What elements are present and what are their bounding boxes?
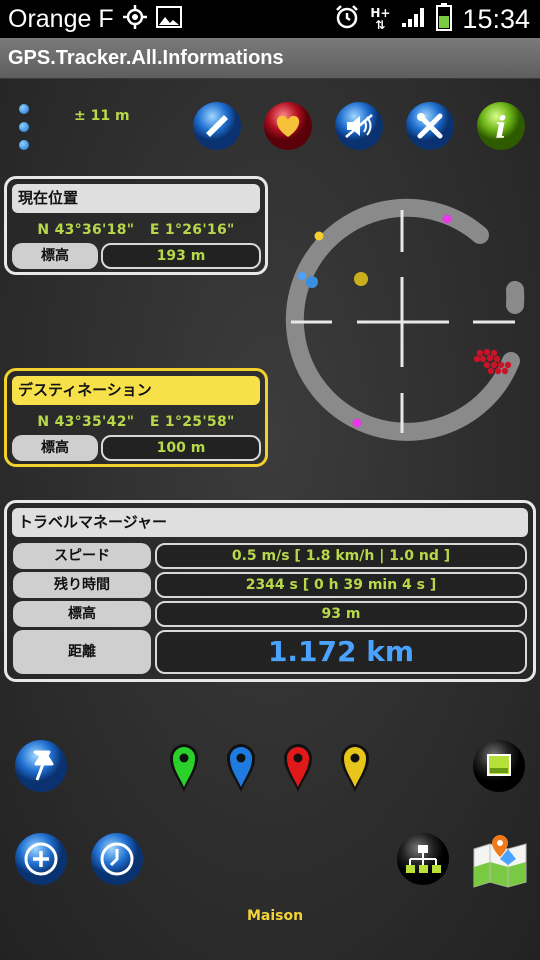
- satellite-icon: [193, 102, 241, 150]
- current-position-title: 現在位置: [12, 184, 260, 213]
- speed-label: スピード: [13, 543, 151, 569]
- red-marker-icon: [284, 744, 312, 792]
- current-latitude: N 43°36'18": [37, 222, 135, 238]
- sitemap-icon: [397, 833, 449, 885]
- app-title: GPS.Tracker.All.Informations: [8, 47, 284, 69]
- destination-altitude-label: 標高: [12, 435, 98, 461]
- pushpin-icon: [15, 740, 67, 792]
- tools-icon: [406, 102, 454, 150]
- altitude-label: 標高: [13, 601, 151, 627]
- time-remaining-row: 残り時間 2344 s [ 0 h 39 min 4 s ]: [13, 572, 527, 598]
- altitude-row: 標高 93 m: [13, 601, 527, 627]
- map-icon: [473, 835, 527, 888]
- satellite-dot: [352, 418, 362, 428]
- status-bar: Orange F H+ ⇅ 15:34: [0, 0, 540, 38]
- screen-icon: [473, 740, 525, 792]
- map-button[interactable]: [470, 831, 530, 891]
- add-icon: [15, 833, 67, 885]
- signal-icon: [400, 5, 426, 33]
- settings-button[interactable]: [405, 101, 455, 151]
- green-marker-pin[interactable]: [168, 742, 200, 794]
- destination-altitude-value: 100 m: [101, 435, 261, 461]
- speed-row: スピード 0.5 m/s [ 1.8 km/h | 1.0 nd ]: [13, 543, 527, 569]
- status-clock: 15:34: [462, 3, 530, 34]
- satellite-dot: [314, 231, 324, 241]
- current-coordinates: N 43°36'18" E 1°26'16": [7, 222, 265, 238]
- distance-row: 距離 1.172 km: [13, 630, 527, 674]
- info-icon: i: [477, 102, 525, 150]
- destination-longitude: E 1°25'58": [149, 414, 235, 430]
- altitude-value: 93 m: [155, 601, 527, 627]
- yellow-marker-pin[interactable]: [339, 742, 371, 794]
- add-button[interactable]: [13, 831, 69, 887]
- destination-name: Maison: [246, 908, 304, 924]
- current-position-panel: 現在位置 N 43°36'18" E 1°26'16" 標高 193 m: [4, 176, 268, 275]
- current-position-marker: [354, 272, 368, 286]
- carrier-name: Orange F: [8, 4, 114, 33]
- clock-icon: [91, 833, 143, 885]
- favorite-button[interactable]: [263, 101, 313, 151]
- pin-button[interactable]: [13, 738, 69, 794]
- alarm-icon: [334, 4, 360, 34]
- satellite-button[interactable]: [192, 101, 242, 151]
- distance-value: 1.172 km: [155, 630, 527, 674]
- screen-toggle-button[interactable]: [471, 738, 527, 794]
- yellow-marker-icon: [341, 744, 369, 792]
- sound-button[interactable]: [334, 101, 384, 151]
- network-type: H+ ⇅: [370, 6, 391, 32]
- gps-icon: [122, 4, 148, 34]
- satellite-dot: [298, 272, 306, 280]
- satellite-dot: [306, 276, 318, 288]
- current-altitude-label: 標高: [12, 243, 98, 269]
- network-label: H+: [370, 6, 391, 20]
- app-title-bar: GPS.Tracker.All.Informations: [0, 38, 540, 79]
- satellite-indicator: [19, 104, 31, 158]
- blue-marker-icon: [227, 744, 255, 792]
- history-button[interactable]: [89, 831, 145, 887]
- satellite-dot: [442, 214, 452, 224]
- time-remaining-label: 残り時間: [13, 572, 151, 598]
- gallery-icon: [155, 6, 182, 32]
- time-remaining-value: 2344 s [ 0 h 39 min 4 s ]: [155, 572, 527, 598]
- destination-coordinates: N 43°35'42" E 1°25'58": [7, 414, 265, 430]
- destination-latitude: N 43°35'42": [37, 414, 135, 430]
- destination-title: デスティネーション: [12, 376, 260, 405]
- network-button[interactable]: [395, 831, 451, 887]
- distance-label: 距離: [13, 630, 151, 674]
- current-longitude: E 1°26'16": [149, 222, 235, 238]
- info-button[interactable]: i: [476, 101, 526, 151]
- red-marker-pin[interactable]: [282, 742, 314, 794]
- speed-value: 0.5 m/s [ 1.8 km/h | 1.0 nd ]: [155, 543, 527, 569]
- current-altitude-value: 193 m: [101, 243, 261, 269]
- battery-icon: [436, 3, 453, 35]
- heart-icon: [264, 102, 312, 150]
- travel-manager-panel: トラベルマネージャー スピード 0.5 m/s [ 1.8 km/h | 1.0…: [4, 500, 536, 682]
- sound-off-icon: [335, 102, 383, 150]
- blue-marker-pin[interactable]: [225, 742, 257, 794]
- destination-panel[interactable]: デスティネーション N 43°35'42" E 1°25'58" 標高 100 …: [4, 368, 268, 467]
- svg-text:i: i: [495, 111, 506, 146]
- travel-manager-title: トラベルマネージャー: [12, 508, 528, 537]
- green-marker-icon: [170, 744, 198, 792]
- satellite-radar: [285, 198, 525, 441]
- gps-accuracy: ± 11 m: [74, 108, 130, 124]
